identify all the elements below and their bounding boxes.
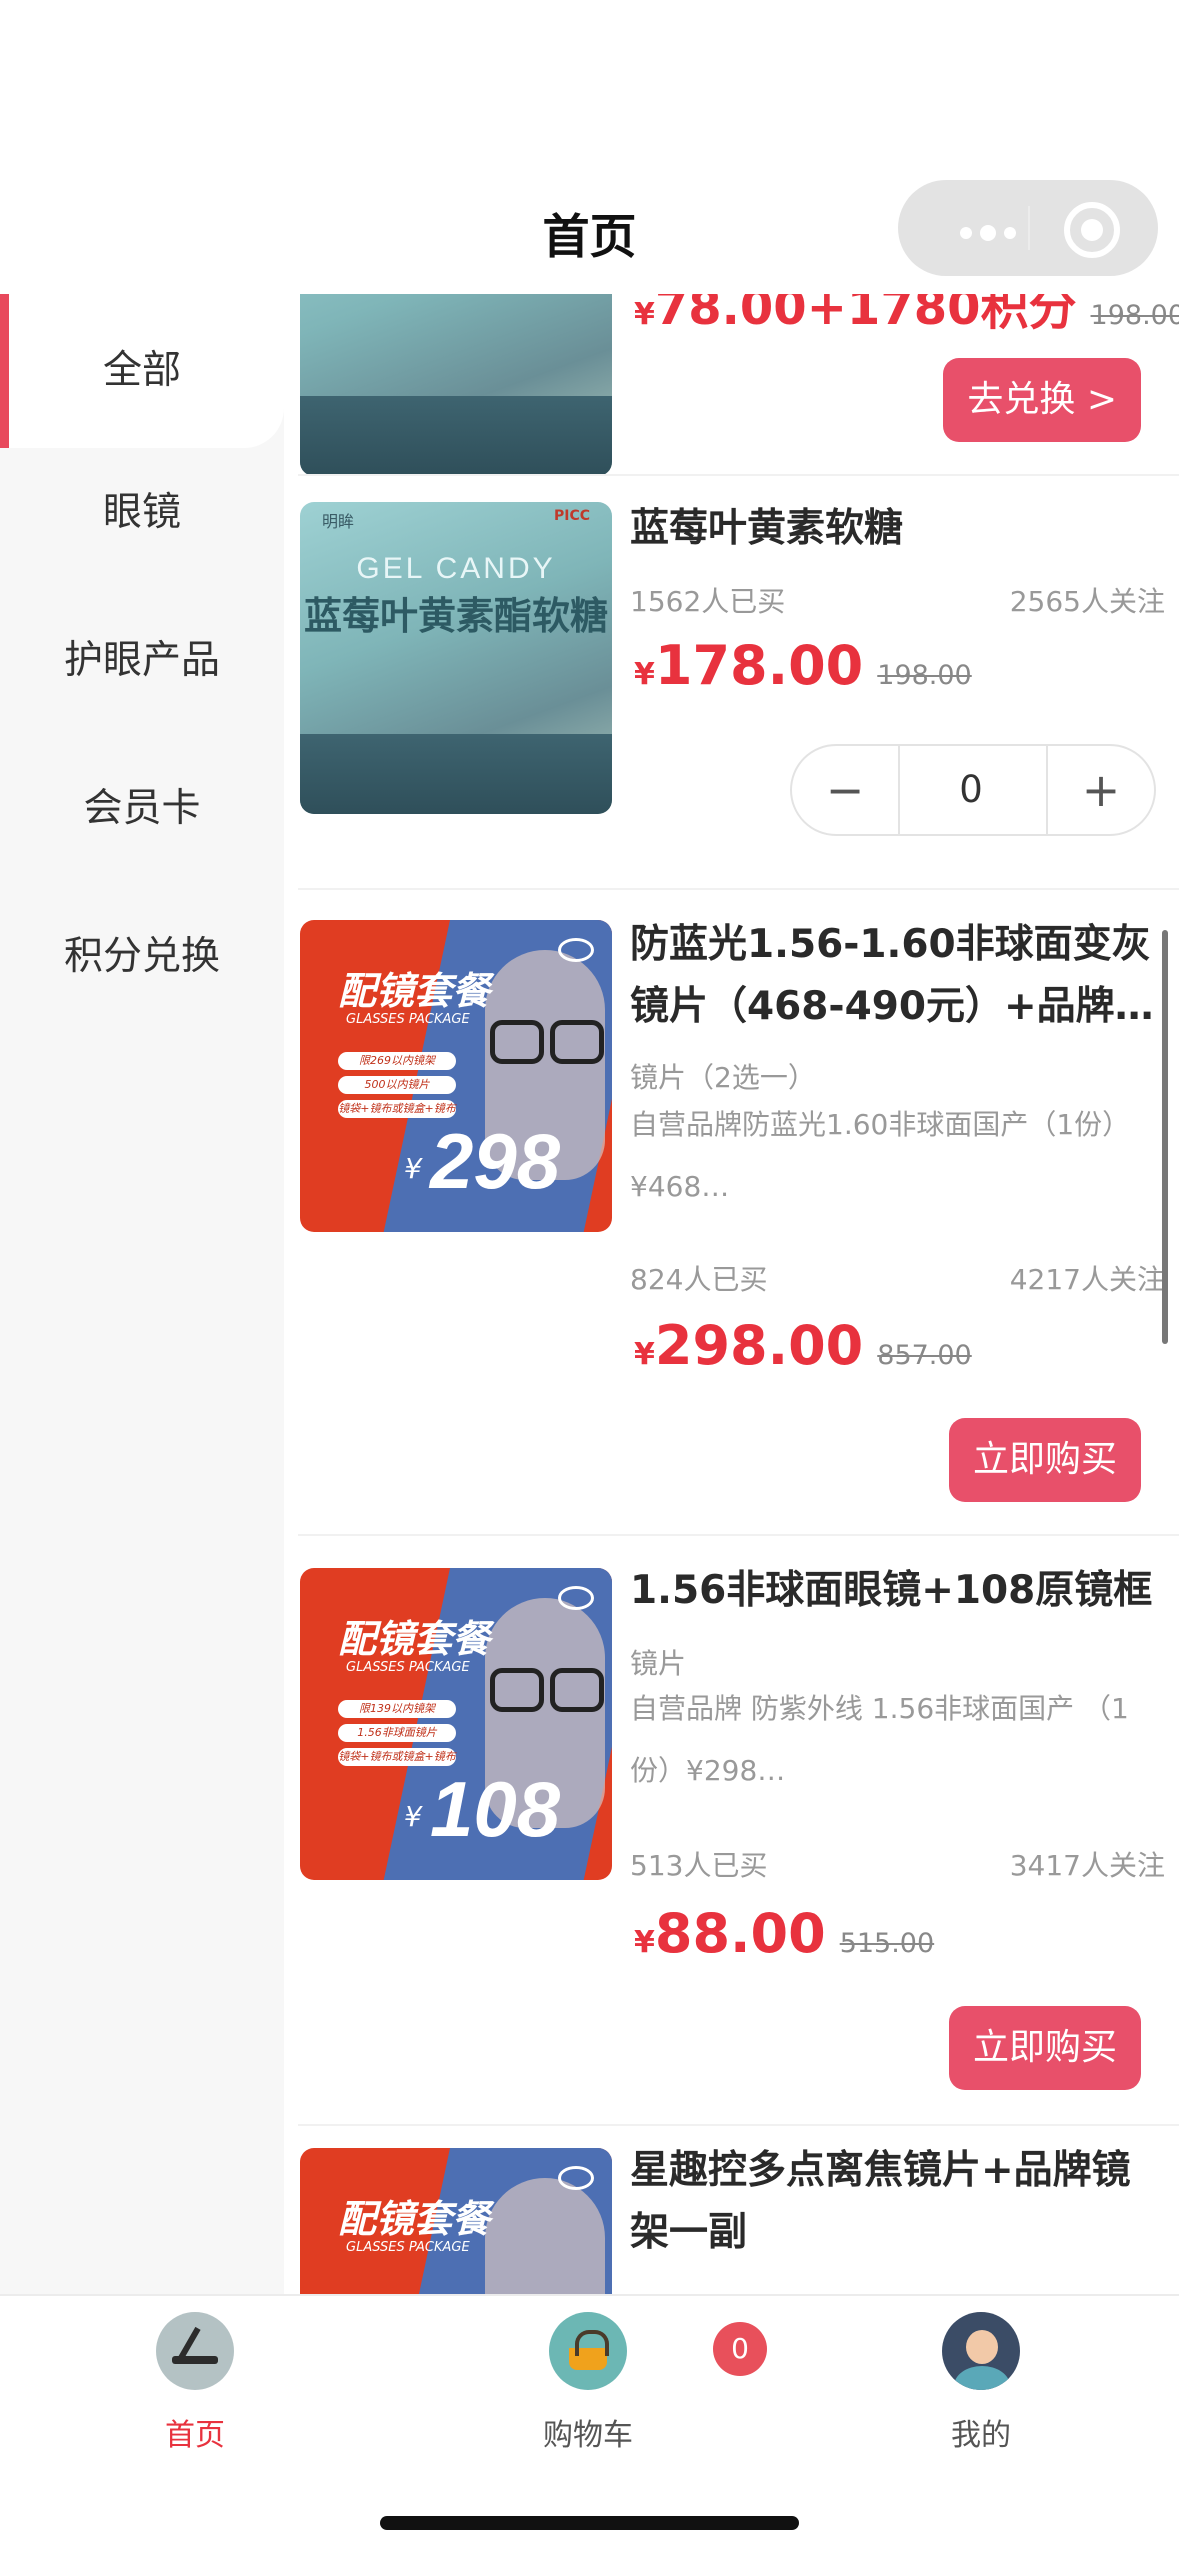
sold-count: 824人已买	[630, 1263, 768, 1296]
tab-cart[interactable]: 购物车	[458, 2312, 718, 2454]
product-card[interactable]: 配镜套餐 GLASSES PACKAGE 限269以内镜架 500以内镜片 镜袋…	[284, 894, 1179, 1534]
product-spec: 镜片	[630, 1647, 687, 1680]
quantity-value[interactable]: 0	[900, 746, 1042, 834]
home-icon	[156, 2312, 234, 2390]
product-name[interactable]: 星趣控多点离焦镜片+品牌镜架一副	[630, 2140, 1165, 2264]
product-price: ¥88.00 515.00	[634, 1902, 935, 1965]
product-price: ¥178.00 198.00	[634, 634, 972, 697]
product-image[interactable]	[300, 294, 612, 476]
buy-now-button[interactable]: 立即购买	[948, 2006, 1141, 2090]
divider	[298, 888, 1179, 890]
product-description: 自营品牌防蓝光1.60非球面国产（1份）¥468…	[630, 1108, 1131, 1203]
product-price: ¥78.00+1780积分 198.00	[634, 294, 1179, 336]
buy-now-button[interactable]: 立即购买	[948, 1418, 1141, 1502]
decrease-button[interactable]: −	[792, 746, 900, 834]
product-description: 自营品牌 防紫外线 1.56非球面国产 （1份）¥298…	[630, 1692, 1129, 1787]
sidebar-item-points-exchange[interactable]: 积分兑换	[0, 880, 284, 1034]
quantity-stepper[interactable]: − 0 +	[790, 744, 1156, 836]
mini-program-capsule[interactable]	[898, 180, 1158, 276]
sold-count: 1562人已买	[630, 585, 786, 618]
capsule-divider	[1028, 206, 1030, 250]
product-card[interactable]: 配镜套餐 GLASSES PACKAGE 星趣控多点离焦镜片+品牌镜架一副	[284, 2134, 1179, 2294]
sidebar-item-all[interactable]: 全部	[0, 294, 284, 448]
close-target-icon[interactable]	[1064, 202, 1120, 258]
product-list: ¥78.00+1780积分 198.00 去兑换 > 明眸 PICC GEL CA…	[284, 294, 1179, 2294]
sold-count: 513人已买	[630, 1849, 768, 1882]
follow-count: 3417人关注	[1009, 1849, 1165, 1882]
follow-count: 2565人关注	[1009, 585, 1165, 618]
cart-icon	[549, 2312, 627, 2390]
cart-badge: 0	[713, 2322, 767, 2376]
product-card[interactable]: 明眸 PICC GEL CANDY 蓝莓叶黄素酯软糖 蓝莓叶黄素软糖 1562人…	[284, 484, 1179, 884]
increase-button[interactable]: +	[1046, 746, 1154, 834]
product-name[interactable]: 1.56非球面眼镜+108原镜框	[630, 1560, 1165, 1622]
product-card[interactable]: 配镜套餐 GLASSES PACKAGE 限139以内镜架 1.56非球面镜片 …	[284, 1544, 1179, 2128]
scrollbar[interactable]	[1162, 930, 1168, 1344]
product-card[interactable]: ¥78.00+1780积分 198.00 去兑换 >	[284, 294, 1179, 476]
product-image[interactable]: 配镜套餐 GLASSES PACKAGE	[300, 2148, 612, 2294]
tab-profile[interactable]: 我的	[851, 2312, 1111, 2454]
follow-count: 4217人关注	[1009, 1263, 1165, 1296]
product-name[interactable]: 蓝莓叶黄素软糖	[630, 498, 1165, 560]
home-indicator[interactable]	[380, 2516, 799, 2530]
exchange-button[interactable]: 去兑换 >	[943, 358, 1141, 442]
sidebar-item-glasses[interactable]: 眼镜	[0, 436, 284, 590]
more-icon[interactable]	[960, 223, 1024, 243]
sidebar-item-membership-card[interactable]: 会员卡	[0, 732, 284, 886]
profile-icon	[942, 2312, 1020, 2390]
sidebar-item-eye-care[interactable]: 护眼产品	[0, 584, 284, 738]
product-image[interactable]: 配镜套餐 GLASSES PACKAGE 限139以内镜架 1.56非球面镜片 …	[300, 1568, 612, 1880]
divider	[298, 1534, 1179, 1536]
product-image[interactable]: 配镜套餐 GLASSES PACKAGE 限269以内镜架 500以内镜片 镜袋…	[300, 920, 612, 1232]
divider	[298, 474, 1179, 476]
product-name[interactable]: 防蓝光1.56-1.60非球面变灰镜片（468-490元）+品牌…	[630, 914, 1165, 1038]
divider	[298, 2124, 1179, 2126]
product-price: ¥298.00 857.00	[634, 1314, 972, 1377]
product-image[interactable]: 明眸 PICC GEL CANDY 蓝莓叶黄素酯软糖	[300, 502, 612, 814]
category-sidebar: 全部 眼镜 护眼产品 会员卡 积分兑换	[0, 294, 284, 2294]
product-spec: 镜片（2选一）	[630, 1061, 816, 1094]
tab-home[interactable]: 首页	[65, 2312, 325, 2454]
